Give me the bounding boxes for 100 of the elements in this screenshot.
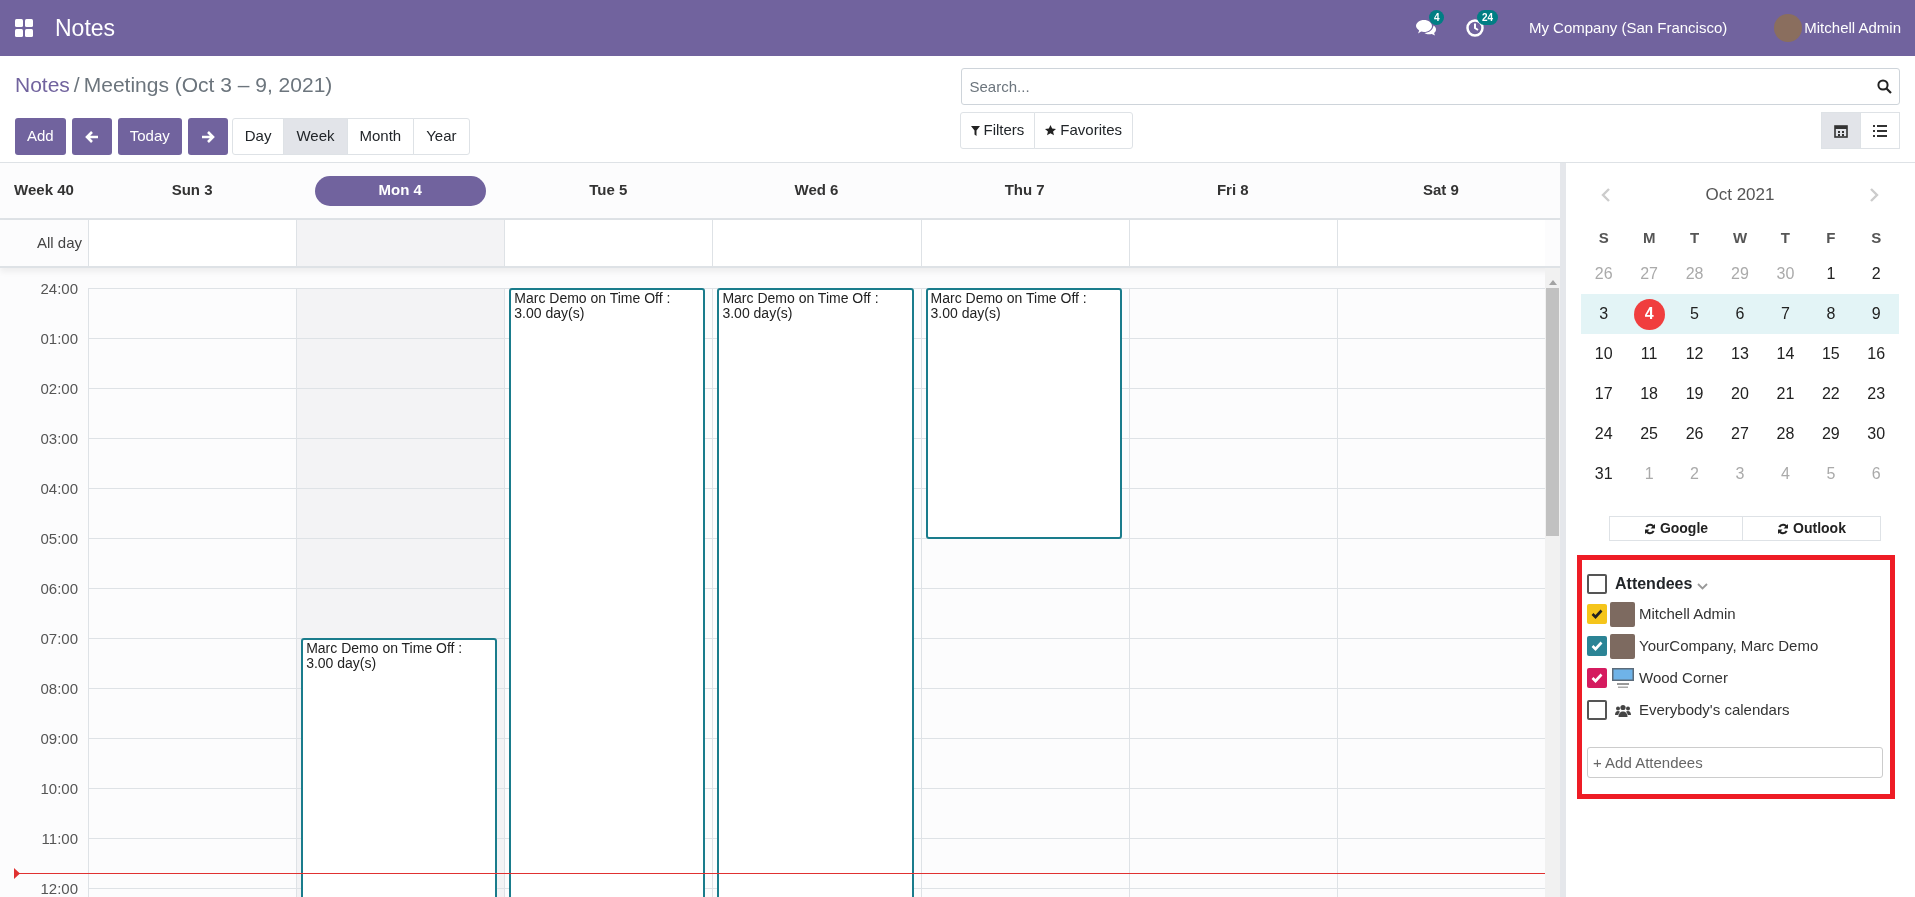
scroll-up-icon[interactable]	[1548, 280, 1557, 285]
calendar-event[interactable]: Marc Demo on Time Off : 3.00 day(s)	[301, 638, 498, 897]
next-month-icon[interactable]	[1870, 188, 1879, 202]
calendar-event[interactable]: Marc Demo on Time Off : 3.00 day(s)	[925, 288, 1122, 539]
filters-button[interactable]: Filters	[959, 112, 1036, 149]
scale-tab[interactable]: Year	[413, 118, 470, 155]
day-column[interactable]: Marc Demo on Time Off : 3.00 day(s)	[920, 288, 1129, 897]
calendar-day[interactable]: 9	[1860, 298, 1892, 330]
scrollbar[interactable]	[1545, 268, 1560, 897]
calendar-day[interactable]: 21	[1769, 378, 1801, 410]
week-row[interactable]: 17 18 19 20 21 22 23	[1581, 374, 1899, 414]
all-day-cell[interactable]	[920, 220, 1129, 266]
day-header[interactable]: Tue 5	[589, 175, 628, 206]
hour-label: 10:00	[40, 779, 78, 799]
calendar-view-button[interactable]	[1821, 112, 1861, 149]
calendar-day[interactable]: 12	[1679, 338, 1711, 370]
today-button[interactable]: Today	[117, 118, 182, 155]
breadcrumb-link[interactable]: Notes	[15, 71, 70, 99]
sync-button[interactable]: Google	[1609, 516, 1743, 541]
previous-button[interactable]	[71, 118, 112, 155]
day-header[interactable]: Mon 4	[314, 175, 486, 206]
all-day-cell[interactable]	[1128, 220, 1337, 266]
week-number: Week 40	[13, 180, 75, 201]
calendar-day[interactable]: 30	[1860, 418, 1892, 450]
calendar-day[interactable]: 20	[1724, 378, 1756, 410]
all-day-cell[interactable]	[88, 220, 297, 266]
calendar-day[interactable]: 5	[1679, 298, 1711, 330]
weekday-label: T	[1688, 227, 1701, 248]
scale-tab[interactable]: Week	[283, 118, 348, 155]
checkbox[interactable]	[1587, 636, 1607, 656]
day-column[interactable]	[1336, 288, 1545, 897]
app-title[interactable]: Notes	[55, 10, 116, 46]
calendar-day[interactable]: 8	[1815, 298, 1847, 330]
day-header[interactable]: Sat 9	[1423, 175, 1459, 206]
checkbox[interactable]	[1587, 700, 1607, 720]
attendee-label[interactable]: Mitchell Admin	[1639, 602, 1736, 626]
calendar-day[interactable]: 4	[1633, 298, 1665, 330]
calendar-day[interactable]: 25	[1633, 418, 1665, 450]
calendar-day[interactable]: 14	[1769, 338, 1801, 370]
day-header[interactable]: Thu 7	[1004, 175, 1045, 206]
calendar-day[interactable]: 22	[1815, 378, 1847, 410]
calendar-day[interactable]: 13	[1724, 338, 1756, 370]
scale-tab[interactable]: Day	[231, 118, 285, 155]
favorites-button[interactable]: Favorites	[1034, 112, 1134, 149]
all-day-cell[interactable]	[504, 220, 713, 266]
calendar-day[interactable]: 27	[1724, 418, 1756, 450]
attendee-label[interactable]: Everybody's calendars	[1639, 698, 1790, 722]
calendar-day[interactable]: 3	[1588, 298, 1620, 330]
day-column[interactable]: Marc Demo on Time Off : 3.00 day(s)	[296, 288, 505, 897]
next-button[interactable]	[187, 118, 228, 155]
list-view-button[interactable]	[1860, 112, 1900, 149]
add-attendees-field[interactable]: + Add Attendees	[1587, 747, 1883, 778]
calendar-day[interactable]: 17	[1588, 378, 1620, 410]
calendar-day[interactable]: 11	[1633, 338, 1665, 370]
calendar-day[interactable]: 26	[1679, 418, 1711, 450]
calendar-day[interactable]: 10	[1588, 338, 1620, 370]
add-button[interactable]: Add	[15, 118, 66, 155]
previous-month-icon[interactable]	[1601, 188, 1610, 202]
calendar-day[interactable]: 31	[1588, 458, 1620, 490]
week-row[interactable]: 26 27 28 29 30 1 2	[1581, 254, 1899, 294]
company-switcher[interactable]: My Company (San Francisco)	[1528, 16, 1728, 40]
day-header[interactable]: Wed 6	[794, 175, 839, 206]
attendee-label[interactable]: YourCompany, Marc Demo	[1639, 634, 1819, 658]
day-header[interactable]: Fri 8	[1216, 175, 1249, 206]
scrollbar-thumb[interactable]	[1546, 288, 1559, 536]
calendar-day[interactable]: 7	[1769, 298, 1801, 330]
calendar-day[interactable]: 18	[1633, 378, 1665, 410]
week-row[interactable]: 24 25 26 27 28 29 30	[1581, 414, 1899, 454]
checkbox[interactable]	[1587, 604, 1607, 624]
calendar-day[interactable]: 24	[1588, 418, 1620, 450]
search-icon[interactable]	[1877, 79, 1892, 94]
day-column[interactable]	[1128, 288, 1337, 897]
apps-grid-icon[interactable]	[14, 18, 34, 38]
chevron-down-icon[interactable]	[1697, 582, 1709, 590]
all-day-cell[interactable]	[712, 220, 921, 266]
all-day-cell[interactable]	[296, 220, 505, 266]
calendar-day[interactable]: 1	[1815, 258, 1847, 290]
attendee-label[interactable]: Wood Corner	[1639, 666, 1728, 690]
calendar-day[interactable]: 23	[1860, 378, 1892, 410]
hour-label: 09:00	[40, 729, 78, 749]
all-day-cell[interactable]	[1336, 220, 1545, 266]
calendar-day[interactable]: 28	[1769, 418, 1801, 450]
calendar-day[interactable]: 19	[1679, 378, 1711, 410]
checkbox[interactable]	[1587, 668, 1607, 688]
calendar-day[interactable]: 2	[1860, 258, 1892, 290]
left-arrow-icon	[84, 129, 99, 144]
checkbox[interactable]	[1587, 574, 1607, 594]
scale-tab[interactable]: Month	[346, 118, 415, 155]
calendar-day[interactable]: 29	[1815, 418, 1847, 450]
calendar-day[interactable]: 16	[1860, 338, 1892, 370]
selected-week-highlight[interactable]: 3 4 5 6 7 8 9	[1581, 294, 1899, 334]
week-row[interactable]: 10 11 12 13 14 15 16	[1581, 334, 1899, 374]
calendar-day[interactable]: 15	[1815, 338, 1847, 370]
refresh-icon	[1777, 522, 1790, 535]
user-menu[interactable]: Mitchell Admin	[1804, 16, 1901, 40]
search-field[interactable]: Search...	[960, 68, 1900, 105]
day-header[interactable]: Sun 3	[171, 175, 213, 206]
calendar-day[interactable]: 6	[1724, 298, 1756, 330]
week-row[interactable]: 31 1 2 3 4 5 6	[1581, 454, 1899, 494]
sync-button[interactable]: Outlook	[1742, 516, 1881, 541]
